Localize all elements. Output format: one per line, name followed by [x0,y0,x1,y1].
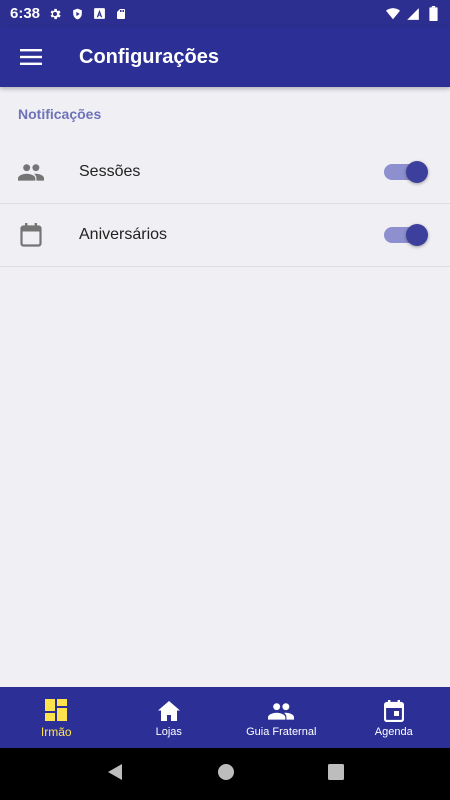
system-navigation-bar [0,748,450,800]
recents-icon[interactable] [327,763,344,785]
settings-content: Notificações Sessões Aniversários [0,87,450,687]
setting-row-sessoes[interactable]: Sessões [0,141,450,204]
battery-icon [426,6,440,21]
status-time: 6:38 [10,5,41,22]
people-icon [268,698,295,724]
dashboard-icon [45,697,68,723]
back-icon[interactable] [106,763,124,786]
calendar-icon [0,204,62,267]
menu-button[interactable] [0,27,62,87]
home-icon [157,698,180,724]
nav-label-guia-fraternal: Guia Fraternal [246,725,317,738]
app-bar: Configurações [0,27,450,87]
signal-icon [406,7,420,21]
wifi-icon [386,7,400,21]
gear-icon [48,7,62,21]
nav-item-guia-fraternal[interactable]: Guia Fraternal [225,687,338,748]
toggle-knob [406,224,428,246]
bottom-navigation: Irmão Lojas Guia Fraternal Agenda [0,687,450,748]
nav-item-lojas[interactable]: Lojas [113,687,226,748]
group-icon [0,141,62,204]
nav-item-agenda[interactable]: Agenda [338,687,450,748]
shield-icon [70,7,84,21]
page-title: Configurações [79,45,220,68]
event-icon [383,698,404,724]
nav-label-irmao: Irmão [40,724,72,739]
status-notification-icons [48,7,128,21]
nav-item-irmao[interactable]: Irmão [0,687,113,748]
nav-label-agenda: Agenda [374,725,413,738]
sd-card-icon [114,7,128,21]
toggle-knob [406,161,428,183]
toggle-sessoes[interactable] [384,161,428,183]
nav-label-lojas: Lojas [155,725,182,738]
toggle-aniversarios[interactable] [384,224,428,246]
hamburger-menu-icon [20,49,42,65]
status-bar: 6:38 [0,0,450,27]
setting-row-aniversarios[interactable]: Aniversários [0,204,450,267]
section-title-notifications: Notificações [18,106,102,122]
home-circle-icon[interactable] [217,763,235,786]
status-system-icons [386,6,440,21]
a-icon [92,7,106,21]
